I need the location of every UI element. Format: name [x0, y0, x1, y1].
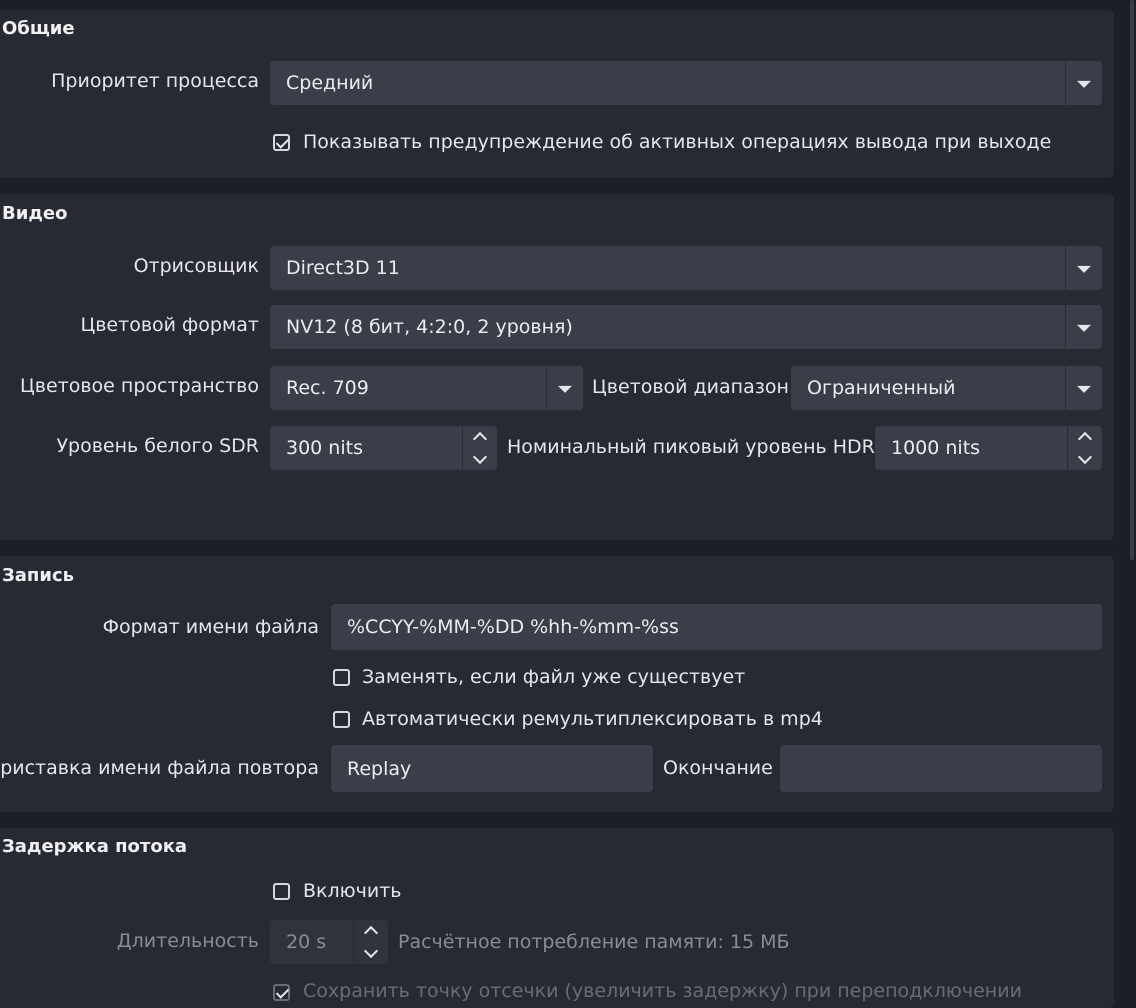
overwrite-checkbox-label[interactable]: Заменять, если файл уже существует — [362, 666, 745, 688]
duration-value: 20 s — [286, 931, 327, 953]
color-space-label: Цветовое пространство — [20, 375, 259, 397]
replay-prefix-label: Приставка имени файла повтора — [0, 757, 319, 779]
hdr-peak-stepper[interactable] — [1067, 426, 1102, 470]
remux-checkbox-label[interactable]: Автоматически ремультиплексировать в mp4 — [362, 708, 823, 730]
color-range-value: Ограниченный — [807, 377, 956, 399]
renderer-value: Direct3D 11 — [286, 257, 400, 279]
recording-title: Запись — [2, 565, 75, 586]
suffix-label: Окончание — [663, 757, 773, 779]
color-format-label: Цветовой формат — [80, 314, 259, 336]
color-format-value: NV12 (8 бит, 4:2:0, 2 уровня) — [286, 316, 573, 338]
preserve-cutoff-checkbox[interactable] — [273, 984, 290, 1001]
chevron-up-icon[interactable] — [1068, 426, 1102, 448]
filename-format-label: Формат имени файла — [102, 616, 319, 638]
filename-format-value: %CCYY-%MM-%DD %hh-%mm-%ss — [347, 616, 679, 638]
color-range-combo[interactable]: Ограниченный — [791, 366, 1102, 410]
warn-checkbox-label[interactable]: Показывать предупреждение об активных оп… — [303, 131, 1051, 153]
replay-prefix-value: Replay — [347, 757, 412, 780]
general-title: Общие — [2, 18, 75, 39]
chevron-down-icon[interactable] — [354, 942, 388, 964]
remux-checkbox[interactable] — [333, 711, 350, 728]
sdr-white-value: 300 nits — [286, 437, 363, 459]
chevron-down-icon[interactable] — [1065, 246, 1102, 290]
chevron-down-icon[interactable] — [1065, 61, 1102, 105]
color-format-combo[interactable]: NV12 (8 бит, 4:2:0, 2 уровня) — [270, 305, 1102, 349]
chevron-down-icon[interactable] — [546, 366, 583, 410]
renderer-label: Отрисовщик — [133, 255, 259, 277]
duration-label: Длительность — [116, 930, 259, 952]
memory-estimate: Расчётное потребление памяти: 15 МБ — [398, 931, 790, 953]
chevron-down-icon[interactable] — [1065, 305, 1102, 349]
renderer-combo[interactable]: Direct3D 11 — [270, 246, 1102, 290]
priority-combo[interactable]: Средний — [270, 61, 1102, 105]
replay-prefix-input[interactable]: Replay — [331, 745, 653, 792]
chevron-down-icon[interactable] — [1068, 448, 1102, 470]
chevron-down-icon[interactable] — [1065, 366, 1102, 410]
stream-delay-title: Задержка потока — [2, 836, 188, 857]
priority-value: Средний — [286, 72, 374, 94]
duration-stepper[interactable] — [353, 920, 388, 964]
vertical-scrollbar[interactable] — [1128, 0, 1136, 992]
sdr-white-stepper[interactable] — [462, 426, 497, 470]
overwrite-checkbox[interactable] — [333, 669, 350, 686]
sdr-white-spinbox[interactable]: 300 nits — [270, 426, 497, 470]
hdr-peak-label: Номинальный пиковый уровень HDR — [507, 436, 875, 458]
preserve-cutoff-label[interactable]: Сохранить точку отсечки (увеличить задер… — [303, 980, 1022, 1002]
filename-format-input[interactable]: %CCYY-%MM-%DD %hh-%mm-%ss — [331, 604, 1102, 650]
priority-label: Приоритет процесса — [51, 70, 259, 92]
sdr-white-label: Уровень белого SDR — [56, 435, 259, 457]
scrollbar-thumb[interactable] — [1130, 0, 1134, 560]
color-space-combo[interactable]: Rec. 709 — [270, 366, 583, 410]
color-space-value: Rec. 709 — [286, 377, 369, 399]
suffix-input[interactable] — [780, 745, 1102, 792]
chevron-up-icon[interactable] — [463, 426, 497, 448]
color-range-label: Цветовой диапазон — [592, 376, 789, 398]
hdr-peak-spinbox[interactable]: 1000 nits — [875, 426, 1102, 470]
enable-delay-checkbox[interactable] — [273, 883, 290, 900]
video-title: Видео — [2, 203, 68, 224]
warn-checkbox[interactable] — [273, 134, 290, 151]
chevron-down-icon[interactable] — [463, 448, 497, 470]
hdr-peak-value: 1000 nits — [891, 437, 981, 459]
enable-delay-label[interactable]: Включить — [303, 880, 402, 902]
chevron-up-icon[interactable] — [354, 920, 388, 942]
duration-spinbox[interactable]: 20 s — [270, 920, 388, 964]
